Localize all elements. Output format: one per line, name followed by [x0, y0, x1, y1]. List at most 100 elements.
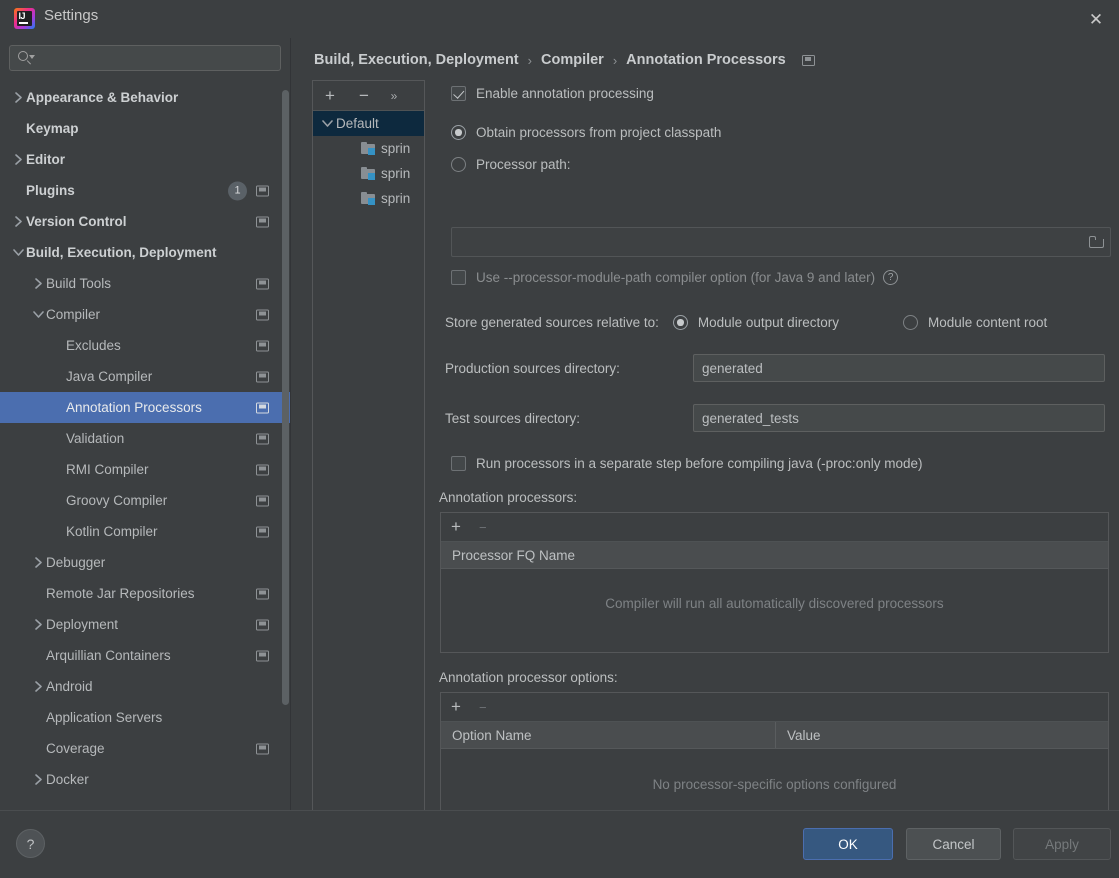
sidebar-item-build-execution-deployment[interactable]: Build, Execution, Deployment [0, 237, 291, 268]
chevron-down-icon[interactable] [30, 310, 46, 319]
update-count-badge: 1 [228, 181, 247, 200]
processor-module-path-row[interactable]: Use --processor-module-path compiler opt… [451, 270, 899, 285]
processor-path-radio[interactable] [451, 157, 466, 172]
sidebar-item-plugins[interactable]: Plugins 1 [0, 175, 291, 206]
add-processor-button[interactable]: + [451, 517, 461, 537]
sidebar-item-label: Deployment [46, 617, 119, 632]
sidebar-item-android[interactable]: Android [0, 671, 291, 702]
help-question-icon[interactable]: ? [883, 270, 899, 285]
chevron-right-icon[interactable] [30, 278, 46, 289]
sidebar-item-docker[interactable]: Docker [0, 764, 291, 795]
breadcrumb-item[interactable]: Compiler [541, 52, 604, 68]
sidebar-item-label: Android [46, 679, 93, 694]
module-output-directory-radio[interactable] [672, 315, 688, 330]
sidebar-item-label: Debugger [46, 555, 106, 570]
project-scope-icon [256, 464, 269, 475]
sidebar-item-compiler[interactable]: Compiler [0, 299, 291, 330]
sidebar-item-label: Annotation Processors [66, 400, 202, 415]
sidebar-item-remote-jar-repositories[interactable]: Remote Jar Repositories [0, 578, 291, 609]
processors-table-body[interactable]: Compiler will run all automatically disc… [441, 569, 1108, 651]
module-content-root-label: Module content root [927, 315, 1048, 330]
chevron-down-icon[interactable] [319, 119, 336, 128]
sidebar-item-rmi-compiler[interactable]: RMI Compiler [0, 454, 291, 485]
module-folder-icon [361, 167, 376, 180]
sidebar-item-label: Application Servers [46, 710, 163, 725]
folder-browse-icon[interactable] [1089, 235, 1104, 248]
chevron-right-icon[interactable] [30, 774, 46, 785]
obtain-from-classpath-row[interactable]: Obtain processors from project classpath [451, 125, 721, 140]
add-option-button[interactable]: + [451, 697, 461, 717]
sidebar-item-annotation-processors[interactable]: Annotation Processors [0, 392, 291, 423]
chevron-right-icon[interactable] [30, 557, 46, 568]
profile-module-item[interactable]: sprin [313, 136, 424, 161]
logo-text: IJ [18, 11, 26, 21]
sidebar-item-version-control[interactable]: Version Control [0, 206, 291, 237]
processor-path-input[interactable] [451, 227, 1111, 257]
sidebar-item-label: Keymap [26, 121, 79, 136]
obtain-from-classpath-radio[interactable] [451, 125, 466, 140]
sidebar-item-label: Validation [66, 431, 125, 446]
project-scope-icon [256, 340, 269, 351]
sidebar-item-label: Java Compiler [66, 369, 153, 384]
sidebar-scrollbar-thumb[interactable] [282, 90, 289, 705]
processors-empty-message: Compiler will run all automatically disc… [605, 596, 944, 611]
remove-profile-button[interactable]: − [347, 82, 381, 110]
help-button[interactable]: ? [16, 829, 45, 858]
sidebar-item-kotlin-compiler[interactable]: Kotlin Compiler [0, 516, 291, 547]
ok-button[interactable]: OK [803, 828, 893, 860]
project-scope-icon [256, 278, 269, 289]
breadcrumb-separator: › [612, 52, 618, 68]
remove-option-button: − [478, 699, 487, 715]
more-options-button[interactable]: » [381, 82, 407, 110]
project-scope-icon [256, 650, 269, 661]
project-scope-icon [256, 216, 269, 227]
processor-module-path-checkbox[interactable] [451, 270, 466, 285]
separate-step-row[interactable]: Run processors in a separate step before… [451, 456, 922, 471]
project-scope-icon [256, 185, 269, 196]
module-content-root-radio[interactable] [902, 315, 918, 330]
sidebar-item-build-tools[interactable]: Build Tools [0, 268, 291, 299]
sidebar-item-groovy-compiler[interactable]: Groovy Compiler [0, 485, 291, 516]
column-value: Value [787, 727, 821, 743]
chevron-right-icon[interactable] [10, 216, 26, 227]
sidebar-item-arquillian-containers[interactable]: Arquillian Containers [0, 640, 291, 671]
intellij-logo-icon: IJ [14, 8, 35, 29]
add-profile-button[interactable]: + [313, 82, 347, 110]
processor-path-row[interactable]: Processor path: [451, 157, 571, 172]
sidebar-item-application-servers[interactable]: Application Servers [0, 702, 291, 733]
column-option-name: Option Name [441, 722, 776, 748]
cancel-button[interactable]: Cancel [906, 828, 1001, 860]
sidebar-item-validation[interactable]: Validation [0, 423, 291, 454]
sidebar-item-java-compiler[interactable]: Java Compiler [0, 361, 291, 392]
production-sources-input[interactable] [693, 354, 1105, 382]
production-sources-label: Production sources directory: [445, 360, 620, 376]
sidebar-item-coverage[interactable]: Coverage [0, 733, 291, 764]
sidebar-item-label: Appearance & Behavior [26, 90, 179, 105]
chevron-right-icon[interactable] [10, 92, 26, 103]
enable-annotation-processing-row[interactable]: Enable annotation processing [451, 86, 654, 101]
chevron-down-icon[interactable] [10, 248, 26, 257]
sidebar-item-label: Docker [46, 772, 89, 787]
search-input[interactable] [9, 45, 281, 71]
sidebar-item-excludes[interactable]: Excludes [0, 330, 291, 361]
test-sources-input[interactable] [693, 404, 1105, 432]
sidebar-item-deployment[interactable]: Deployment [0, 609, 291, 640]
profile-module-item[interactable]: sprin [313, 161, 424, 186]
separate-step-checkbox[interactable] [451, 456, 466, 471]
processor-module-path-label: Use --processor-module-path compiler opt… [476, 270, 876, 285]
sidebar-item-editor[interactable]: Editor [0, 144, 291, 175]
breadcrumb-item[interactable]: Build, Execution, Deployment [314, 52, 519, 68]
sidebar-item-keymap[interactable]: Keymap [0, 113, 291, 144]
project-scope-icon [256, 526, 269, 537]
chevron-right-icon[interactable] [30, 681, 46, 692]
sidebar-item-debugger[interactable]: Debugger [0, 547, 291, 578]
enable-annotation-processing-checkbox[interactable] [451, 86, 466, 101]
profile-item-default[interactable]: Default [313, 111, 424, 136]
processors-table-header: Processor FQ Name [441, 542, 1108, 569]
close-icon[interactable]: ✕ [1073, 0, 1119, 38]
chevron-right-icon[interactable] [30, 619, 46, 630]
sidebar-item-appearance-behavior[interactable]: Appearance & Behavior [0, 82, 291, 113]
profile-module-item[interactable]: sprin [313, 186, 424, 211]
sidebar-scrollbar[interactable] [282, 90, 289, 710]
chevron-right-icon[interactable] [10, 154, 26, 165]
